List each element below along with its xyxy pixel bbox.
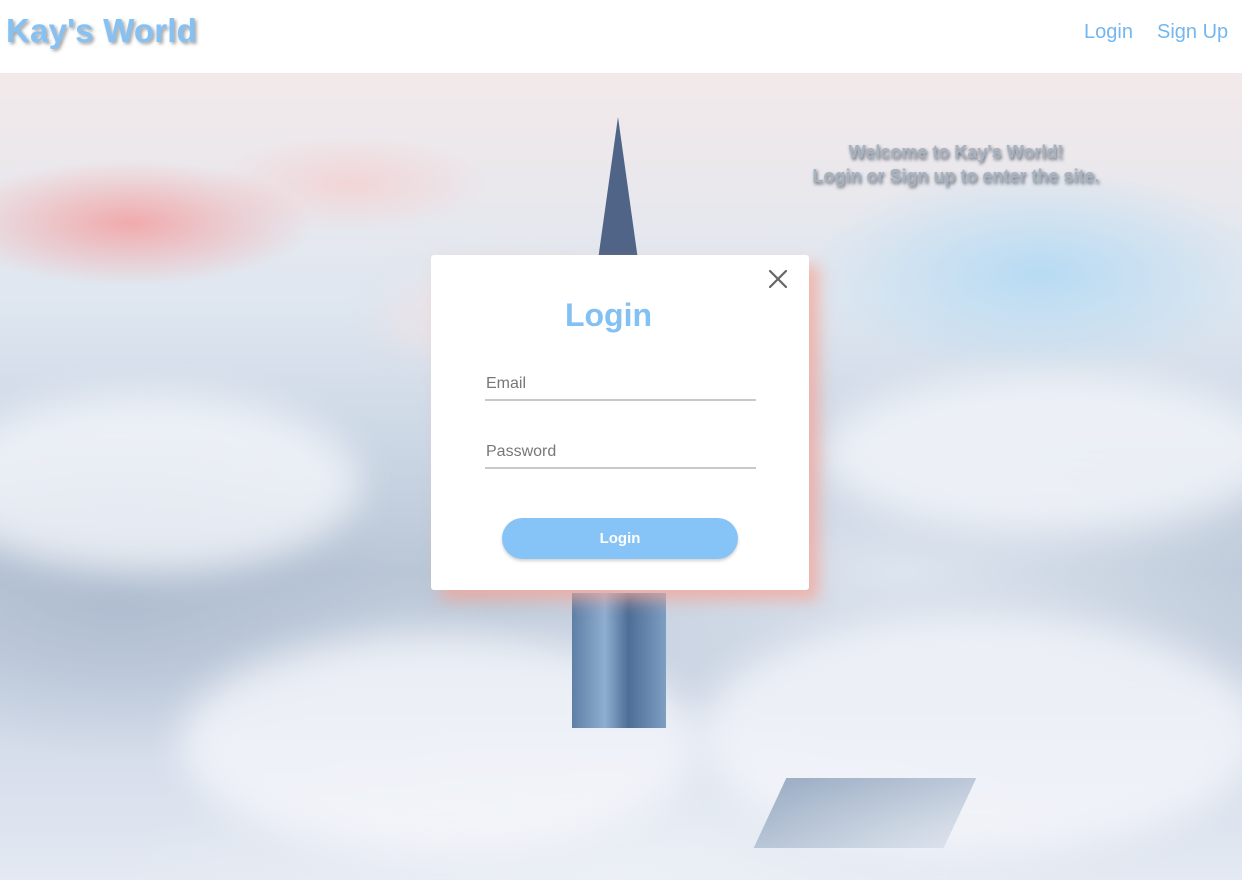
tower-body <box>572 593 666 728</box>
welcome-line-1: Welcome to Kay's World! <box>848 142 1064 162</box>
login-modal: Login Login <box>431 255 809 590</box>
nav-login-link[interactable]: Login <box>1084 21 1133 44</box>
tower-spire <box>597 117 639 267</box>
password-field[interactable] <box>485 437 756 469</box>
close-icon[interactable] <box>767 268 789 290</box>
site-header: Kay's World Login Sign Up <box>0 0 1242 73</box>
cloud <box>820 373 1242 533</box>
cloud <box>0 393 360 573</box>
welcome-line-2: Login or Sign up to enter the site. <box>812 166 1100 186</box>
email-field[interactable] <box>485 369 756 401</box>
tower-base <box>753 778 977 848</box>
welcome-message: Welcome to Kay's World! Login or Sign up… <box>780 140 1132 188</box>
login-button[interactable]: Login <box>502 518 738 559</box>
page: Kay's World Login Sign Up Welcome to Kay… <box>0 0 1242 880</box>
site-logo-title[interactable]: Kay's World <box>6 12 197 50</box>
modal-title: Login <box>564 297 653 333</box>
nav-signup-link[interactable]: Sign Up <box>1157 21 1228 44</box>
close-icon-glyph <box>768 269 788 289</box>
